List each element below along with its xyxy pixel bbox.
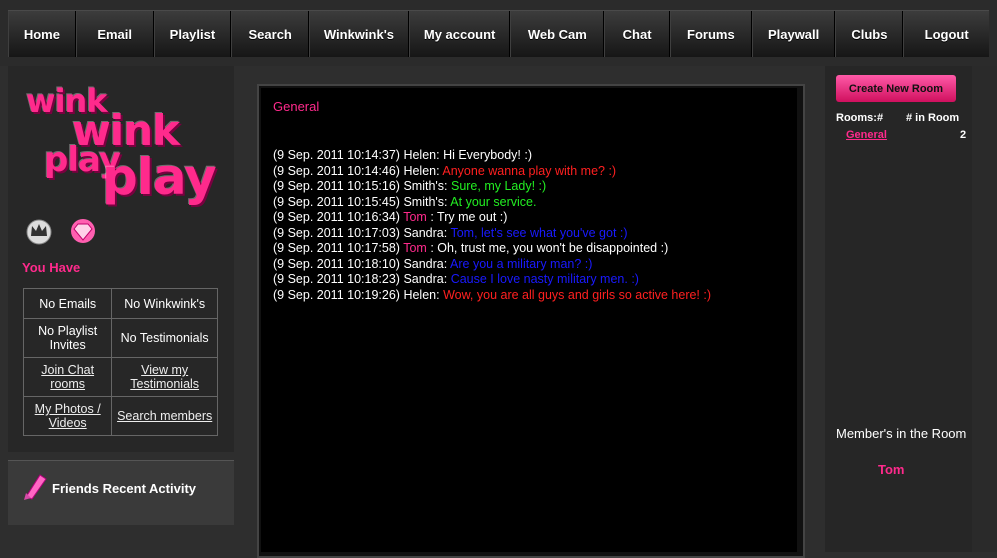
- nav-chat[interactable]: Chat: [604, 11, 670, 57]
- nav-my-account[interactable]: My account: [408, 11, 511, 57]
- message-text: Anyone wanna play with me? :): [442, 163, 617, 178]
- message-time: (9 Sep. 2011 10:18:23): [273, 272, 400, 286]
- chat-room-title: General: [273, 99, 320, 114]
- message-text: Cause I love nasty military men. :): [450, 272, 639, 286]
- chat-message: (9 Sep. 2011 10:16:34) Tom : Try me out …: [273, 210, 711, 226]
- logo-word-4: play: [102, 148, 217, 206]
- nav-bar: Home Email Playlist Search Winkwink's My…: [8, 10, 989, 57]
- nav-winkwinks[interactable]: Winkwink's: [309, 11, 409, 57]
- room-count-general: 2: [960, 129, 967, 141]
- nav-web-cam[interactable]: Web Cam: [510, 11, 605, 57]
- message-time: (9 Sep. 2011 10:14:46): [273, 163, 400, 178]
- room-link-general[interactable]: General: [846, 129, 887, 141]
- message-time: (9 Sep. 2011 10:18:10): [273, 256, 400, 271]
- no-playlist-invites: No Playlist Invites: [22, 318, 113, 358]
- message-user: Tom: [403, 210, 427, 224]
- message-text: Tom, let's see what you've got :): [450, 225, 628, 240]
- no-emails: No Emails: [22, 288, 113, 319]
- left-sidebar: wink wink play play You Have No Emails N…: [8, 66, 234, 452]
- chat-window: General (9 Sep. 2011 10:14:37) Helen: Hi…: [261, 88, 797, 552]
- chat-message: (9 Sep. 2011 10:18:23) Sandra: Cause I l…: [273, 272, 711, 288]
- message-time: (9 Sep. 2011 10:16:34): [273, 210, 400, 224]
- message-time: (9 Sep. 2011 10:17:58): [273, 241, 400, 255]
- message-user: Smith's:: [403, 179, 448, 193]
- message-text: At your service.: [450, 194, 537, 209]
- message-text: Wow, you are all guys and girls so activ…: [443, 287, 712, 302]
- top-nav: Home Email Playlist Search Winkwink's My…: [0, 0, 997, 66]
- nav-logout[interactable]: Logout: [903, 11, 989, 57]
- nav-playlist[interactable]: Playlist: [153, 11, 232, 57]
- message-user: Sandra:: [403, 225, 448, 240]
- message-user: Tom: [403, 241, 427, 255]
- members-heading: Member's in the Room: [836, 426, 967, 441]
- rooms-panel: Create New Room Rooms:# # in Room Genera…: [825, 66, 972, 552]
- chat-message: (9 Sep. 2011 10:15:45) Smith's: At your …: [273, 195, 711, 211]
- message-user: Helen:: [403, 148, 440, 162]
- nav-clubs[interactable]: Clubs: [835, 11, 904, 57]
- you-have-heading: You Have: [22, 260, 81, 275]
- my-photos-videos-link[interactable]: My Photos / Videos: [35, 402, 101, 430]
- message-user: Sandra:: [403, 256, 448, 271]
- no-winkwinks: No Winkwink's: [111, 288, 218, 319]
- search-members-link[interactable]: Search members: [117, 409, 212, 423]
- create-new-room-button[interactable]: Create New Room: [836, 75, 956, 102]
- badges: [24, 216, 108, 251]
- member-name[interactable]: Tom: [878, 462, 904, 477]
- message-user: Sandra:: [403, 272, 448, 286]
- chat-message: (9 Sep. 2011 10:17:58) Tom : Oh, trust m…: [273, 241, 711, 257]
- site-logo[interactable]: wink wink play play: [24, 80, 224, 220]
- nav-playwall[interactable]: Playwall: [751, 11, 836, 57]
- chat-message: (9 Sep. 2011 10:14:46) Helen: Anyone wan…: [273, 164, 711, 180]
- no-testimonials: No Testimonials: [111, 318, 218, 358]
- nav-forums[interactable]: Forums: [669, 11, 752, 57]
- message-time: (9 Sep. 2011 10:15:16): [273, 179, 400, 193]
- friends-recent-activity[interactable]: Friends Recent Activity: [8, 460, 234, 525]
- view-testimonials-link[interactable]: View my Testimonials: [130, 363, 199, 391]
- chat-message: (9 Sep. 2011 10:18:10) Sandra: Are you a…: [273, 257, 711, 273]
- message-text: : Try me out :): [430, 210, 508, 224]
- message-time: (9 Sep. 2011 10:19:26): [273, 287, 400, 302]
- nav-email[interactable]: Email: [75, 11, 154, 57]
- message-user: Helen:: [403, 163, 440, 178]
- message-time: (9 Sep. 2011 10:17:03): [273, 225, 400, 240]
- message-time: (9 Sep. 2011 10:14:37): [273, 148, 400, 162]
- nav-home[interactable]: Home: [8, 11, 76, 57]
- diamond-icon: [71, 219, 96, 243]
- chat-message: (9 Sep. 2011 10:17:03) Sandra: Tom, let'…: [273, 226, 711, 242]
- right-edge: [972, 66, 997, 552]
- summary-grid: No Emails No Winkwink's No Playlist Invi…: [22, 288, 218, 436]
- rooms-column-header: Rooms:#: [836, 112, 884, 124]
- chat-messages: (9 Sep. 2011 10:14:37) Helen: Hi Everybo…: [273, 148, 711, 303]
- message-text: Sure, my Lady! :): [450, 179, 547, 193]
- message-text: Hi Everybody! :): [443, 148, 532, 162]
- message-user: Helen:: [403, 287, 440, 302]
- in-room-column-header: # in Room: [906, 112, 960, 124]
- nav-search[interactable]: Search: [231, 11, 310, 57]
- message-time: (9 Sep. 2011 10:15:45): [273, 194, 400, 209]
- join-chat-rooms-link[interactable]: Join Chat rooms: [41, 363, 94, 391]
- friends-recent-activity-label: Friends Recent Activity: [52, 481, 197, 496]
- message-user: Smith's:: [403, 194, 448, 209]
- chat-message: (9 Sep. 2011 10:15:16) Smith's: Sure, my…: [273, 179, 711, 195]
- message-text: Are you a military man? :): [450, 256, 593, 271]
- message-text: : Oh, trust me, you won't be disappointe…: [430, 241, 669, 255]
- chat-message: (9 Sep. 2011 10:14:37) Helen: Hi Everybo…: [273, 148, 711, 164]
- chat-message: (9 Sep. 2011 10:19:26) Helen: Wow, you a…: [273, 288, 711, 304]
- crown-icon: [26, 219, 52, 245]
- pink-ribbon-icon: [24, 474, 47, 500]
